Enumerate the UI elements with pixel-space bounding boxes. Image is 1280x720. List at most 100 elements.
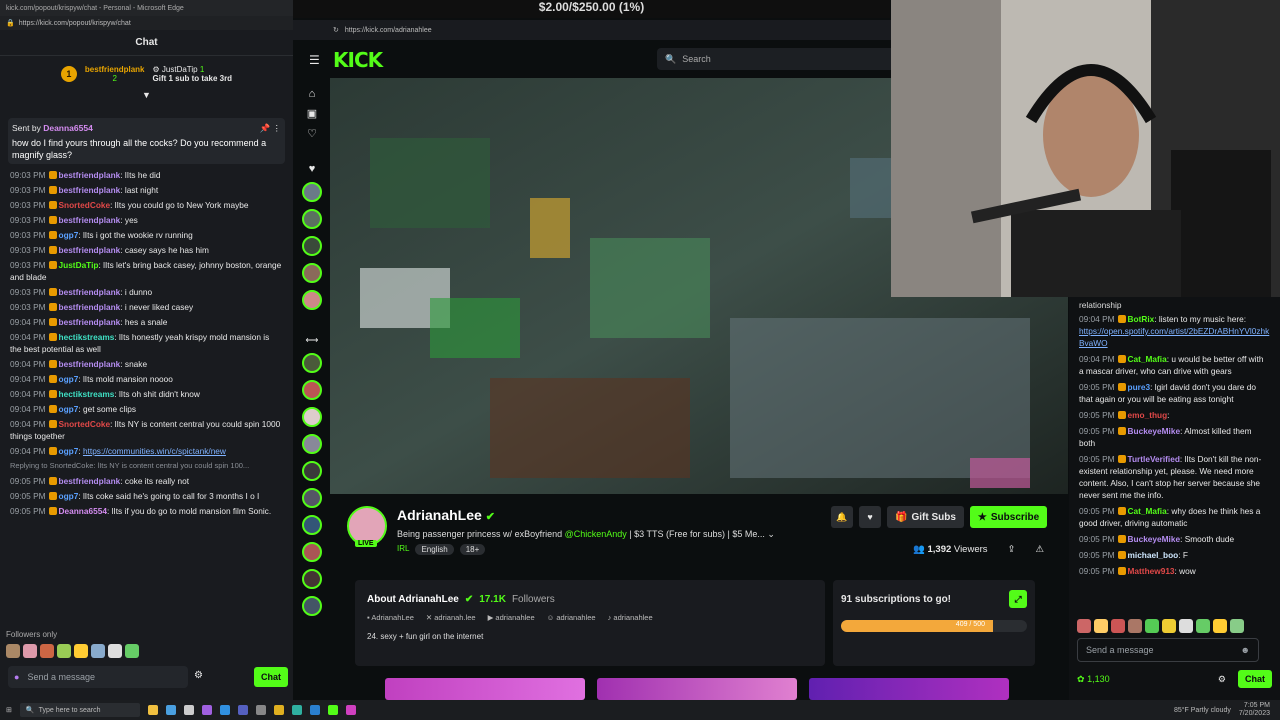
channel-avatar[interactable]	[302, 209, 322, 229]
heart-outline-icon[interactable]: ♡	[307, 127, 317, 140]
emote-icon[interactable]	[1111, 619, 1125, 633]
message-username[interactable]: Cat_Mafia	[1128, 506, 1167, 516]
channel-avatar[interactable]	[302, 182, 322, 202]
chat-message[interactable]: 09:03 PM bestfriendplank: i never liked c…	[10, 301, 283, 313]
app-icon[interactable]	[345, 705, 356, 715]
message-username[interactable]: SnortedCoke	[59, 200, 111, 210]
message-username[interactable]: ogp7	[59, 230, 79, 240]
emote-icon[interactable]	[74, 644, 88, 658]
chat-message[interactable]: 09:04 PM Cat_Mafia: u would be better off…	[1079, 353, 1270, 377]
channel-avatar[interactable]	[302, 407, 322, 427]
chat-message[interactable]: 09:03 PM bestfriendplank: casey says he h…	[10, 244, 283, 256]
channel-avatar[interactable]	[302, 380, 322, 400]
channel-avatar[interactable]	[302, 434, 322, 454]
chat-message[interactable]: 09:05 PM TurtleVerified: lIts Don't kill …	[1079, 453, 1270, 501]
chat-input[interactable]: ● Send a message	[8, 666, 188, 688]
tag-age[interactable]: 18+	[459, 544, 486, 555]
message-username[interactable]: bestfriendplank	[59, 476, 121, 486]
channel-avatar[interactable]	[302, 569, 322, 589]
message-username[interactable]: ogp7	[59, 404, 79, 414]
channel-avatar[interactable]	[302, 353, 322, 373]
chat-send-button[interactable]: Chat	[1238, 670, 1272, 688]
message-username[interactable]: TurtleVerified	[1128, 454, 1180, 464]
message-username[interactable]: bestfriendplank	[59, 302, 121, 312]
message-username[interactable]: hectikstreams	[59, 332, 115, 342]
chat-message[interactable]: 09:05 PM emo_thug:	[1079, 409, 1270, 421]
chat-message[interactable]: 09:05 PM pure3: lgirl david don't you dar…	[1079, 381, 1270, 405]
message-username[interactable]: Deanna6554	[59, 506, 107, 516]
chat-message[interactable]: 09:04 PM bestfriendplank: hes a snale	[10, 316, 283, 328]
message-username[interactable]: BuckeyeMike	[1128, 426, 1181, 436]
message-username[interactable]: SnortedCoke	[59, 419, 111, 429]
chat-message[interactable]: 09:03 PM bestfriendplank: last night	[10, 184, 283, 196]
social-link-discord[interactable]: ☺ adrianahlee	[547, 613, 596, 622]
channel-avatar[interactable]	[302, 290, 322, 310]
message-username[interactable]: bestfriendplank	[59, 317, 121, 327]
emote-icon[interactable]	[108, 644, 122, 658]
channel-avatar[interactable]	[302, 263, 322, 283]
emote-icon[interactable]	[1196, 619, 1210, 633]
emote-icon[interactable]	[1094, 619, 1108, 633]
emoji-icon[interactable]: ☻	[1241, 644, 1250, 656]
app-icon[interactable]	[309, 705, 320, 715]
gift-subs-button[interactable]: 🎁 Gift Subs	[887, 506, 964, 528]
chat-message[interactable]: 09:05 PM ogp7: lIts coke said he's going …	[10, 490, 283, 502]
settings-gear-icon[interactable]: ⚙	[1218, 673, 1226, 685]
address-bar[interactable]: 🔒 https://kick.com/popout/krispyw/chat	[0, 16, 293, 30]
emote-icon[interactable]	[57, 644, 71, 658]
stream-title-mention[interactable]: @ChickenAndy	[565, 529, 627, 539]
panel-image[interactable]	[597, 678, 797, 700]
chat-message[interactable]: 09:05 PM Matthew913: wow	[1079, 565, 1270, 577]
clock[interactable]: 7:05 PM 7/20/2023	[1239, 702, 1270, 718]
app-icon[interactable]	[165, 705, 176, 715]
emote-icon[interactable]	[125, 644, 139, 658]
emote-icon[interactable]	[1213, 619, 1227, 633]
refresh-icon[interactable]: ↻	[333, 26, 339, 34]
emote-icon[interactable]	[1230, 619, 1244, 633]
chat-message[interactable]: 09:04 PM bestfriendplank: snake	[10, 358, 283, 370]
channel-points[interactable]: ✿ 1,130	[1077, 673, 1110, 685]
message-username[interactable]: bestfriendplank	[59, 287, 121, 297]
chat-message[interactable]: 09:05 PM michael_boo: F	[1079, 549, 1270, 561]
expand-rail-icon[interactable]: ⟷	[306, 335, 319, 346]
chat-message[interactable]: 09:04 PM hectikstreams: lIts oh shit didn…	[10, 388, 283, 400]
emote-icon[interactable]	[40, 644, 54, 658]
chat-message[interactable]: 09:04 PM SnortedCoke: lIts NY is content …	[10, 418, 283, 442]
app-icon[interactable]	[237, 705, 248, 715]
message-username[interactable]: Cat_Mafia	[1128, 354, 1167, 364]
mic-icon[interactable]: ●	[14, 672, 19, 682]
channel-avatar[interactable]	[302, 542, 322, 562]
collapse-arrow-icon[interactable]: ▼	[0, 90, 293, 100]
message-link[interactable]: https://open.spotify.com/artist/2bEZDrAB…	[1079, 325, 1270, 349]
social-link-kick[interactable]: ▪ AdrianahLee	[367, 613, 414, 622]
chat-message[interactable]: 09:05 PM bestfriendplank: coke its really…	[10, 475, 283, 487]
message-username[interactable]: michael_boo	[1128, 550, 1179, 560]
chat-message[interactable]: 09:03 PM bestfriendplank: yes	[10, 214, 283, 226]
message-username[interactable]: Matthew913	[1128, 566, 1175, 576]
message-username[interactable]: BuckeyeMike	[1128, 534, 1181, 544]
emote-bar[interactable]	[6, 644, 139, 658]
chat-input[interactable]: Send a message ☻	[1077, 638, 1259, 662]
chat-message[interactable]: 09:03 PM bestfriendplank: i dunno	[10, 286, 283, 298]
windows-start-icon[interactable]: ⊞	[6, 706, 12, 714]
panel-image[interactable]	[385, 678, 585, 700]
panel-image[interactable]	[809, 678, 1009, 700]
chat-message[interactable]: 09:05 PM BuckeyeMike: Almost killed them …	[1079, 425, 1270, 449]
more-options-icon[interactable]: ⋮	[273, 123, 282, 133]
search-input[interactable]: 🔍 Search	[657, 48, 917, 70]
app-icon[interactable]	[255, 705, 266, 715]
message-username[interactable]: bestfriendplank	[59, 170, 121, 180]
home-icon[interactable]: ⌂	[309, 88, 316, 100]
notification-bell-icon[interactable]: 🔔	[831, 506, 853, 528]
app-icon[interactable]	[291, 705, 302, 715]
taskbar-search[interactable]: 🔍 Type here to search	[19, 703, 140, 717]
share-icon[interactable]: ⇪	[1008, 544, 1016, 555]
chat-message[interactable]: 09:03 PM SnortedCoke: lIts you could go t…	[10, 199, 283, 211]
app-icon[interactable]	[147, 705, 158, 715]
chat-message[interactable]: 09:03 PM ogp7: lIts i got the wookie rv r…	[10, 229, 283, 241]
chat-message[interactable]: 09:04 PM ogp7: https://communities.win/c/…	[10, 445, 283, 457]
social-link-tiktok[interactable]: ♪ adrianahlee	[608, 613, 653, 622]
channel-avatar[interactable]	[302, 236, 322, 256]
app-icon[interactable]	[183, 705, 194, 715]
message-username[interactable]: ogp7	[59, 491, 79, 501]
